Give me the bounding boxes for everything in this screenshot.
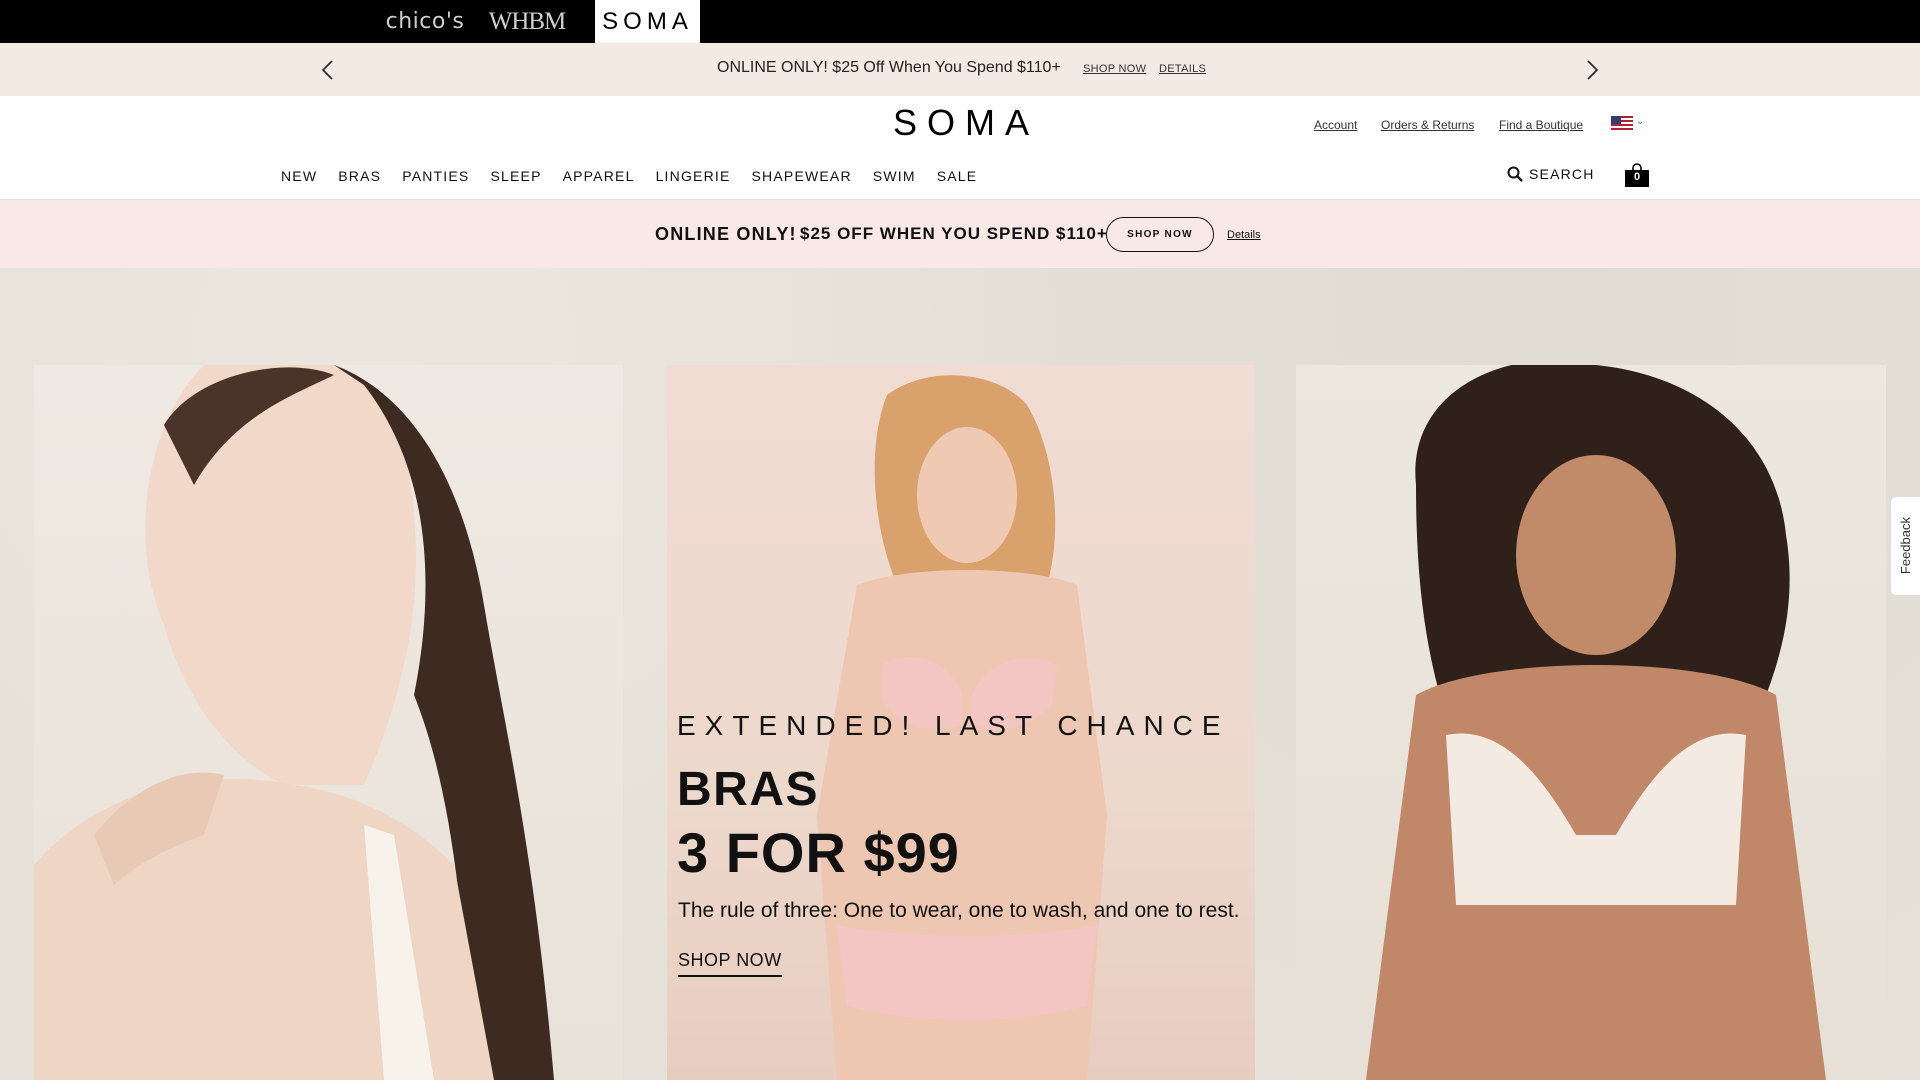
search-button[interactable]: SEARCH (1507, 166, 1595, 182)
main-nav: NEW BRAS PANTIES SLEEP APPAREL LINGERIE … (281, 168, 998, 184)
find-boutique-link[interactable]: Find a Boutique (1499, 118, 1583, 132)
bag-count: 0 (1633, 171, 1641, 183)
site-logo[interactable]: SOMA (893, 102, 1039, 144)
promo-carousel: ONLINE ONLY! $25 Off When You Spend $110… (0, 43, 1920, 96)
nav-item-panties[interactable]: PANTIES (402, 168, 469, 184)
nav-item-lingerie[interactable]: LINGERIE (656, 168, 731, 184)
hero-title-line2: 3 FOR $99 (677, 821, 960, 884)
nav-item-swim[interactable]: SWIM (873, 168, 916, 184)
hero-image-right[interactable] (1296, 365, 1886, 1080)
shopping-bag-button[interactable]: 0 (1624, 163, 1650, 187)
search-label: SEARCH (1529, 166, 1595, 182)
nav-item-new[interactable]: NEW (281, 168, 317, 184)
offer-strong-text: ONLINE ONLY! (655, 224, 797, 244)
hero-image-left[interactable] (34, 365, 623, 1080)
feedback-label: Feedback (1898, 517, 1913, 575)
promo-shop-now-link[interactable]: SHOP NOW (1083, 63, 1146, 75)
model-photo-right (1366, 365, 1826, 1080)
offer-main-text: $25 OFF WHEN YOU SPEND $110+ (800, 224, 1108, 243)
promo-message: ONLINE ONLY! $25 Off When You Spend $110… (717, 59, 1061, 76)
nav-item-apparel[interactable]: APPAREL (563, 168, 635, 184)
promo-prev-button[interactable] (310, 53, 344, 87)
brand-link-soma[interactable]: SOMA (595, 0, 700, 43)
promo-details-link[interactable]: DETAILS (1159, 63, 1206, 75)
nav-item-sleep[interactable]: SLEEP (490, 168, 541, 184)
nav-item-sale[interactable]: SALE (937, 168, 978, 184)
account-link[interactable]: Account (1314, 118, 1357, 132)
search-icon (1507, 166, 1523, 182)
hero-title-line1: BRAS (677, 763, 820, 816)
nav-item-shapewear[interactable]: SHAPEWEAR (752, 168, 852, 184)
us-flag-icon[interactable] (1611, 116, 1633, 130)
offer-banner: ONLINE ONLY! $25 OFF WHEN YOU SPEND $110… (0, 200, 1920, 268)
offer-details-link[interactable]: Details (1227, 229, 1261, 241)
feedback-tab[interactable]: Feedback (1890, 496, 1920, 596)
hero-shop-now-link[interactable]: SHOP NOW (678, 950, 782, 977)
brand-bar: chico's WHBM SOMA (0, 0, 1920, 43)
model-photo-left (34, 365, 554, 1080)
promo-next-button[interactable] (1576, 53, 1610, 87)
hero-eyebrow: EXTENDED! LAST CHANCE (677, 710, 1230, 741)
brand-link-whbm[interactable]: WHBM (484, 0, 570, 43)
chevron-down-icon[interactable]: ⌄ (1636, 116, 1644, 127)
hero-subtitle: The rule of three: One to wear, one to w… (678, 899, 1240, 922)
offer-shop-now-button[interactable]: SHOP NOW (1106, 217, 1214, 252)
nav-item-bras[interactable]: BRAS (338, 168, 381, 184)
chevron-left-icon (321, 60, 333, 80)
brand-link-chicos[interactable]: chico's (370, 0, 480, 43)
chevron-right-icon (1587, 60, 1599, 80)
orders-returns-link[interactable]: Orders & Returns (1381, 118, 1474, 132)
